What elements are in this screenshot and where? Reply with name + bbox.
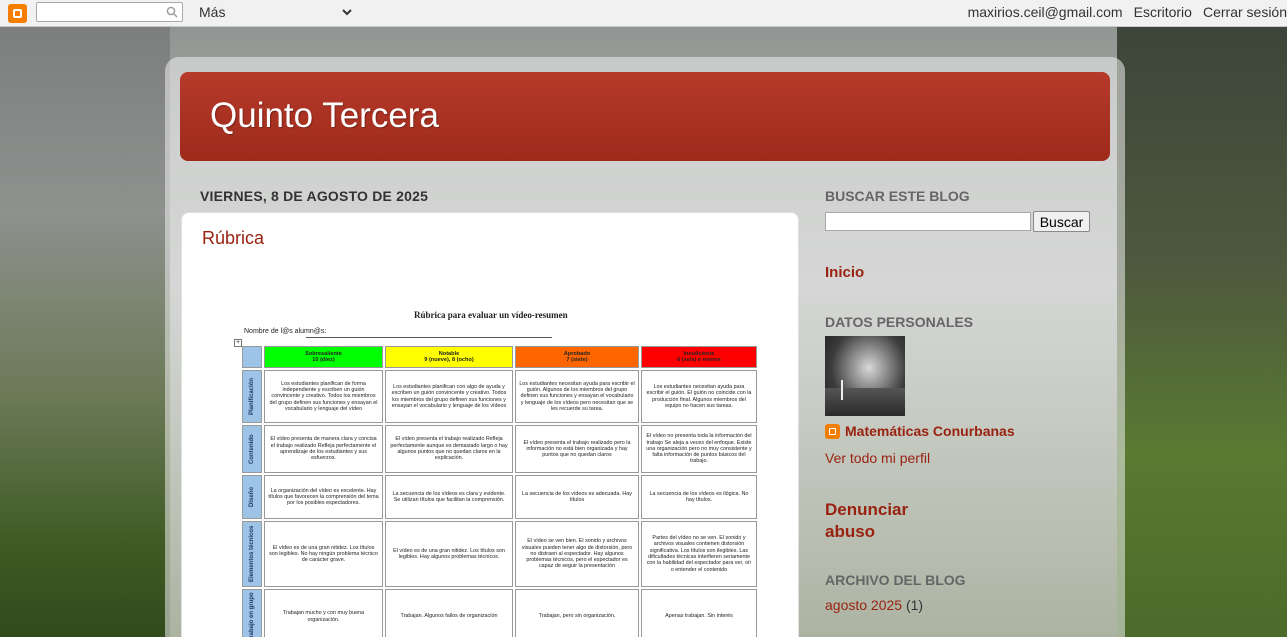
blog-title[interactable]: Quinto Tercera	[210, 96, 439, 136]
post-card: Rúbrica Rúbrica para evaluar un vídeo-re…	[181, 212, 799, 637]
rubric-title: Rúbrica para evaluar un vídeo-resumen	[414, 310, 568, 320]
account-email: maxirios.ceil@gmail.com	[967, 4, 1123, 20]
background-right	[1117, 27, 1287, 637]
rubric-cell: Los estudiantes necesitan ayuda para esc…	[515, 370, 639, 423]
rubric-header-3: Insuficiente 6 (seis) o menos	[641, 346, 757, 368]
home-link[interactable]: Inicio	[825, 264, 864, 281]
profile-avatar[interactable]	[825, 336, 905, 416]
post-title[interactable]: Rúbrica	[202, 228, 264, 249]
rubric-cell: El vídeo es de una gran nitidez. Los tít…	[264, 521, 383, 587]
report-abuse-line1: Denunciar	[825, 500, 909, 519]
rubric-header-1: Notable 9 (nueve), 8 (ocho)	[385, 346, 513, 368]
rubric-cell: El vídeo presenta de manera clara y conc…	[264, 425, 383, 473]
rubric-cell: Trabajan mucho y con muy buena organizac…	[264, 589, 383, 637]
rubric-cell: Partes del vídeo no se ven. El sonido y …	[641, 521, 757, 587]
rubric-name-line	[306, 337, 552, 338]
background-left	[0, 27, 170, 637]
rubric-header-0: Sobresaliente 10 (diez)	[264, 346, 383, 368]
rubric-image[interactable]: Rúbrica para evaluar un vídeo-resumen No…	[234, 308, 760, 637]
search-widget-heading: BUSCAR ESTE BLOG	[825, 188, 970, 204]
search-button[interactable]: Buscar	[1033, 211, 1090, 232]
rubric-criterion: Elementos técnicos	[242, 521, 262, 587]
table-move-handle-icon: +	[234, 339, 242, 347]
rubric-table: Sobresaliente 10 (diez) Notable 9 (nueve),…	[242, 346, 757, 637]
rubric-criterion: Diseño	[242, 475, 262, 519]
rubric-header-2: Aprobado 7 (siete)	[515, 346, 639, 368]
blog-search-input[interactable]	[825, 212, 1031, 231]
rubric-name-label: Nombre de l@s alumn@s:	[244, 328, 327, 335]
rubric-cell: La secuencia de los vídeos es adecuada. …	[515, 475, 639, 519]
navbar-account-links: maxirios.ceil@gmail.com Escritorio Cerra…	[968, 4, 1287, 20]
blogger-profile-icon	[825, 424, 840, 439]
rubric-criterion: Contenido	[242, 425, 262, 473]
profile-widget-heading: DATOS PERSONALES	[825, 314, 974, 330]
search-icon[interactable]	[166, 6, 178, 18]
archive-post-count: (1)	[905, 597, 924, 613]
view-full-profile-link[interactable]: Ver todo mi perfil	[825, 450, 930, 466]
post-date: VIERNES, 8 DE AGOSTO DE 2025	[200, 188, 429, 204]
rubric-cell: El vídeo es de una gran nitidez. Los tít…	[385, 521, 513, 587]
rubric-cell: El vídeo presenta el trabajo realizado R…	[385, 425, 513, 473]
blog-header: Quinto Tercera	[180, 72, 1110, 161]
rubric-criterion: Trabajo en grupo	[242, 589, 262, 637]
rubric-cell: Los estudiantes planifican de forma inde…	[264, 370, 383, 423]
report-abuse-link[interactable]: Denunciar abuso	[825, 499, 908, 543]
rubric-cell: Los estudiantes planifican con algo de a…	[385, 370, 513, 423]
report-abuse-line2: abuso	[825, 522, 876, 541]
rubric-cell: Trabajan, pero sin organización.	[515, 589, 639, 637]
navbar-search-input[interactable]	[36, 2, 183, 22]
rubric-cell: Trabajan. Algunos fallos de organización	[385, 589, 513, 637]
blogger-logo-icon[interactable]	[8, 4, 27, 23]
profile-name-link[interactable]: Matemáticas Conurbanas	[845, 423, 1015, 439]
rubric-corner-cell	[242, 346, 262, 368]
rubric-criterion: Planificación	[242, 370, 262, 423]
rubric-cell: La secuencia de los vídeos es ilógica. N…	[641, 475, 757, 519]
rubric-cell: Apenas trabajan. Sin interés	[641, 589, 757, 637]
rubric-cell: La organización del vídeo es excelente. …	[264, 475, 383, 519]
chevron-down-icon[interactable]	[341, 6, 353, 18]
archive-widget-heading: ARCHIVO DEL BLOG	[825, 572, 966, 588]
archive-item: agosto 2025 (1)	[825, 597, 923, 613]
rubric-cell: Los estudiantes necesitan ayuda para esc…	[641, 370, 757, 423]
rubric-cell: El vídeo no presenta toda la información…	[641, 425, 757, 473]
more-dropdown-label[interactable]: Más	[199, 4, 225, 20]
signout-link[interactable]: Cerrar sesión	[1203, 4, 1287, 20]
rubric-cell: El vídeo se ven bien. El sonido y archiv…	[515, 521, 639, 587]
rubric-cell: El vídeo presenta el trabajo realizado p…	[515, 425, 639, 473]
rubric-cell: La secuencia de los vídeos es clara y ev…	[385, 475, 513, 519]
dashboard-link[interactable]: Escritorio	[1134, 4, 1192, 20]
archive-month-link[interactable]: agosto 2025	[825, 597, 902, 613]
blogger-navbar: Más maxirios.ceil@gmail.com Escritorio C…	[0, 0, 1287, 27]
